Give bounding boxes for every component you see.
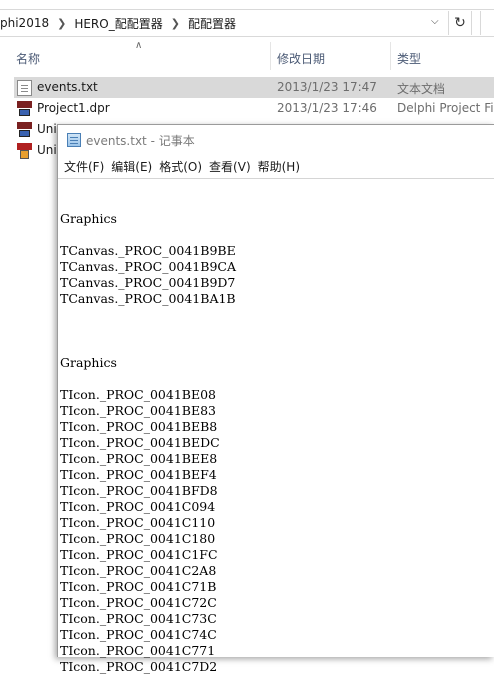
file-name: Project1.dpr bbox=[37, 101, 110, 115]
refresh-icon[interactable]: ↻ bbox=[448, 11, 472, 35]
delphi-form-icon bbox=[17, 122, 32, 138]
text-line: Graphics bbox=[60, 355, 117, 370]
text-line: TIcon._PROC_0041C094 bbox=[60, 499, 216, 514]
text-line: TIcon._PROC_0041BE08 bbox=[60, 387, 216, 402]
text-line: TIcon._PROC_0041BEE8 bbox=[60, 451, 218, 466]
text-line bbox=[60, 339, 490, 355]
file-name: Uni bbox=[37, 143, 57, 157]
column-date-header[interactable]: 修改日期 bbox=[277, 50, 325, 67]
text-line bbox=[60, 323, 490, 339]
breadcrumb-item[interactable]: HERO_配配置器 bbox=[74, 15, 162, 32]
breadcrumb-item[interactable]: 配配置器 bbox=[188, 15, 236, 32]
column-name-header[interactable]: 名称 bbox=[16, 50, 40, 67]
text-line: TIcon._PROC_0041BEDC bbox=[60, 435, 220, 450]
text-line bbox=[60, 227, 490, 243]
menu-view[interactable]: 查看(V) bbox=[209, 158, 251, 175]
menu-divider bbox=[58, 178, 494, 179]
notepad-window[interactable]: events.txt - 记事本 文件(F) 编辑(E) 格式(O) 查看(V)… bbox=[57, 124, 494, 674]
menu-edit[interactable]: 编辑(E) bbox=[111, 158, 152, 175]
column-header-row: ∧ 名称 修改日期 类型 bbox=[0, 38, 494, 72]
column-divider[interactable] bbox=[270, 42, 271, 70]
search-box[interactable] bbox=[480, 11, 494, 35]
text-line: TIcon._PROC_0041C72C bbox=[60, 595, 217, 610]
menu-bar: 文件(F) 编辑(E) 格式(O) 查看(V) 帮助(H) bbox=[58, 155, 494, 177]
file-type: Delphi Project File bbox=[397, 101, 494, 115]
text-line: TIcon._PROC_0041C73C bbox=[60, 611, 217, 626]
menu-file[interactable]: 文件(F) bbox=[64, 158, 104, 175]
text-line: TCanvas._PROC_0041B9D7 bbox=[60, 275, 236, 290]
menu-format[interactable]: 格式(O) bbox=[159, 158, 202, 175]
file-date: 2013/1/23 17:47 bbox=[277, 80, 377, 94]
window-title: events.txt - 记事本 bbox=[86, 134, 195, 148]
file-row[interactable]: Project1.dpr 2013/1/23 17:46 Delphi Proj… bbox=[14, 98, 494, 119]
chevron-right-icon: ❯ bbox=[170, 16, 180, 30]
menu-help[interactable]: 帮助(H) bbox=[258, 158, 300, 175]
text-line: TCanvas._PROC_0041B9CA bbox=[60, 259, 236, 274]
text-line: Graphics bbox=[60, 211, 117, 226]
column-type-header[interactable]: 类型 bbox=[397, 50, 421, 67]
address-bar[interactable]: phi2018 ❯ HERO_配配置器 ❯ 配配置器 ⌵ ↻ bbox=[0, 9, 494, 37]
text-line bbox=[60, 307, 490, 323]
text-editor-area[interactable]: Graphics TCanvas._PROC_0041B9BE TCanvas._P… bbox=[60, 195, 490, 675]
text-line: TIcon._PROC_0041BEB8 bbox=[60, 419, 218, 434]
text-line: TIcon._PROC_0041BFD8 bbox=[60, 483, 218, 498]
sort-ascending-icon: ∧ bbox=[135, 40, 143, 51]
text-line: TIcon._PROC_0041BEF4 bbox=[60, 467, 217, 482]
text-line bbox=[60, 195, 490, 211]
delphi-project-icon bbox=[17, 101, 32, 117]
file-name: Uni bbox=[37, 122, 57, 136]
chevron-right-icon: ❯ bbox=[57, 16, 67, 30]
text-line: TIcon._PROC_0041C180 bbox=[60, 531, 216, 546]
text-line: TIcon._PROC_0041C7D2 bbox=[60, 659, 218, 674]
text-line: TCanvas._PROC_0041BA1B bbox=[60, 291, 236, 306]
text-line: TIcon._PROC_0041C1FC bbox=[60, 547, 218, 562]
text-line: TIcon._PROC_0041C2A8 bbox=[60, 563, 217, 578]
file-type: 文本文档 bbox=[397, 82, 446, 96]
column-divider[interactable] bbox=[390, 42, 391, 70]
text-line bbox=[60, 371, 490, 387]
notepad-title-bar[interactable]: events.txt - 记事本 bbox=[58, 125, 494, 155]
chevron-down-icon[interactable]: ⌵ bbox=[431, 16, 439, 27]
text-line: TIcon._PROC_0041C74C bbox=[60, 627, 217, 642]
text-line: TIcon._PROC_0041BE83 bbox=[60, 403, 216, 418]
notepad-icon bbox=[67, 133, 81, 147]
text-line: TIcon._PROC_0041C110 bbox=[60, 515, 216, 530]
file-date: 2013/1/23 17:46 bbox=[277, 101, 377, 115]
file-name: events.txt bbox=[37, 80, 98, 94]
text-file-icon bbox=[17, 80, 32, 96]
text-line: TIcon._PROC_0041C71B bbox=[60, 579, 217, 594]
text-line: TCanvas._PROC_0041B9BE bbox=[60, 243, 236, 258]
file-row[interactable]: events.txt 2013/1/23 17:47 文本文档 bbox=[14, 77, 494, 98]
delphi-pascal-icon bbox=[17, 143, 32, 159]
breadcrumb-item[interactable]: phi2018 bbox=[0, 16, 49, 30]
